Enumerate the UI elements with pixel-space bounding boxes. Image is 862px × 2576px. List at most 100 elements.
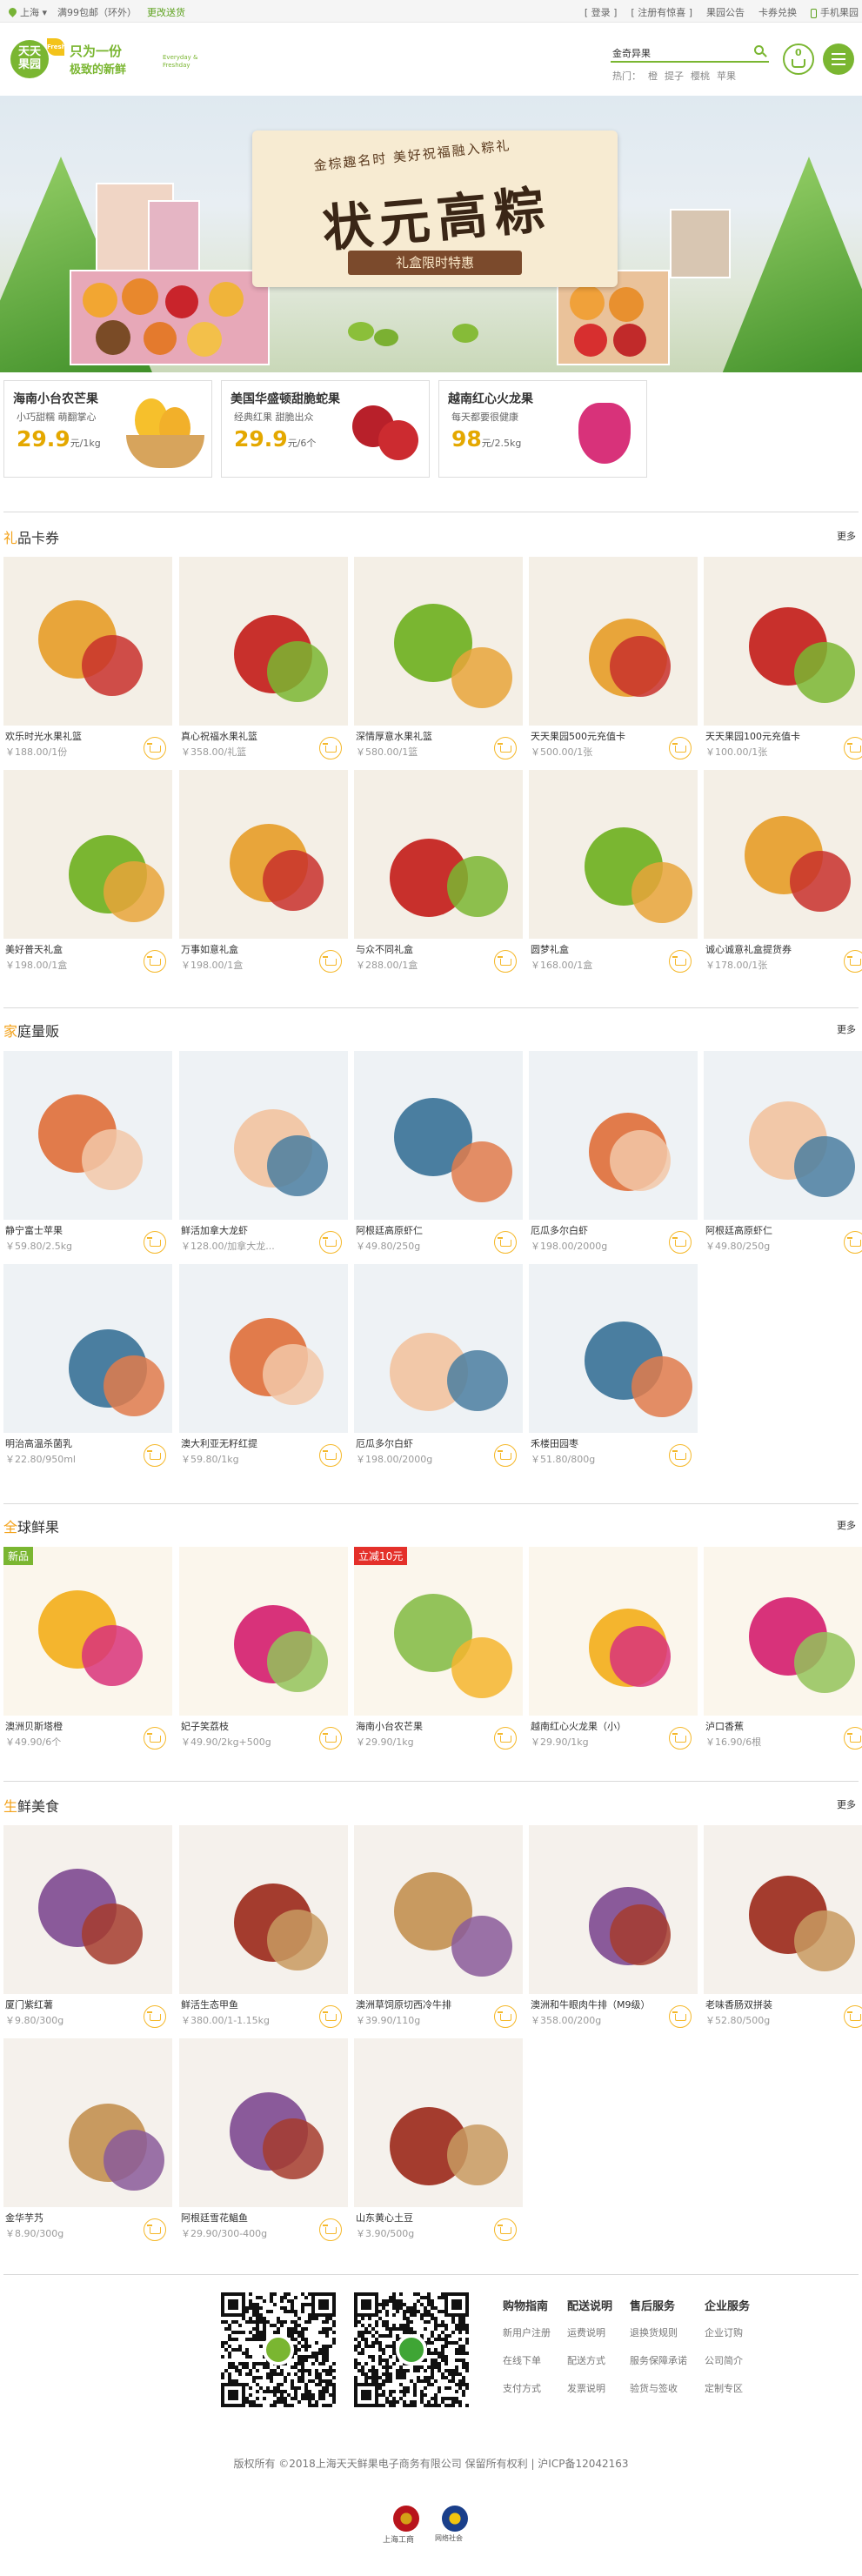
product-image[interactable] (529, 1051, 698, 1220)
product-name[interactable]: 阿根廷雪花鲳鱼 (181, 2211, 311, 2225)
promo-card[interactable]: 美国华盛顿甜脆蛇果 经典红果 甜脆出众 29.9元/6个 (221, 380, 430, 478)
promo-card[interactable]: 越南红心火龙果 每天都要很健康 98元/2.5kg (438, 380, 647, 478)
add-to-cart-icon[interactable] (494, 1231, 517, 1254)
add-to-cart-icon[interactable] (144, 1231, 166, 1254)
product-card[interactable]: 深情厚意水果礼篮 ￥580.00/1篮 (354, 557, 523, 766)
add-to-cart-icon[interactable] (319, 1727, 342, 1750)
add-to-cart-icon[interactable] (144, 950, 166, 973)
add-to-cart-icon[interactable] (494, 1444, 517, 1467)
product-card[interactable]: 厄瓜多尔白虾 ￥198.00/2000g (529, 1051, 698, 1260)
footer-link[interactable]: 服务保障承诺 (630, 2353, 687, 2367)
product-name[interactable]: 阿根廷高原虾仁 (356, 1223, 486, 1237)
add-to-cart-icon[interactable] (319, 2005, 342, 2028)
search-icon[interactable] (754, 45, 764, 55)
product-card[interactable]: 圆梦礼盒 ￥168.00/1盒 (529, 770, 698, 979)
add-to-cart-icon[interactable] (669, 1727, 692, 1750)
product-card[interactable]: 鲜活加拿大龙虾 ￥128.00/加拿大龙... (179, 1051, 348, 1260)
product-name[interactable]: 鲜活加拿大龙虾 (181, 1223, 311, 1237)
product-name[interactable]: 禾楼田园枣 (531, 1436, 661, 1450)
product-card[interactable]: 阿根廷高原虾仁 ￥49.80/250g (354, 1051, 523, 1260)
product-name[interactable]: 澳洲贝斯塔橙 (5, 1719, 136, 1733)
product-name[interactable]: 金华芋艿 (5, 2211, 136, 2225)
product-name[interactable]: 澳洲草饲原切西冷牛排 (356, 1997, 486, 2011)
product-card[interactable]: 澳大利亚无籽红提 ￥59.80/1kg (179, 1264, 348, 1473)
add-to-cart-icon[interactable] (669, 1231, 692, 1254)
product-name[interactable]: 老味香肠双拼装 (705, 1997, 836, 2011)
product-card[interactable]: 金华芋艿 ￥8.90/300g (3, 2038, 172, 2247)
product-name[interactable]: 深情厚意水果礼篮 (356, 729, 486, 743)
product-name[interactable]: 诚心诚意礼盒提货券 (705, 942, 836, 956)
footer-link[interactable]: 支付方式 (503, 2381, 551, 2395)
footer-link[interactable]: 退换货规则 (630, 2325, 687, 2339)
promo-card[interactable]: 海南小台农芒果 小巧甜糯 萌翻掌心 29.9元/1kg (3, 380, 212, 478)
product-image[interactable] (354, 770, 523, 939)
mobile-app-link[interactable]: 手机果园 (811, 5, 859, 19)
more-link[interactable]: 更多 (837, 1022, 856, 1036)
product-image[interactable] (354, 1051, 523, 1220)
product-image[interactable] (179, 557, 348, 726)
product-card[interactable]: 山东黄心土豆 ￥3.90/500g (354, 2038, 523, 2247)
product-image[interactable] (704, 1547, 862, 1716)
product-name[interactable]: 真心祝福水果礼篮 (181, 729, 311, 743)
add-to-cart-icon[interactable] (144, 1727, 166, 1750)
product-name[interactable]: 明治高温杀菌乳 (5, 1436, 136, 1450)
footer-link[interactable]: 新用户注册 (503, 2325, 551, 2339)
product-image[interactable] (179, 1825, 348, 1994)
product-card[interactable]: 厦门紫红薯 ￥9.80/300g (3, 1825, 172, 2034)
product-image[interactable] (179, 1051, 348, 1220)
product-card[interactable]: 立减10元 海南小台农芒果 ￥29.90/1kg (354, 1547, 523, 1756)
product-card[interactable]: 新品 澳洲贝斯塔橙 ￥49.90/6个 (3, 1547, 172, 1756)
add-to-cart-icon[interactable] (669, 950, 692, 973)
notice-link[interactable]: 果园公告 (706, 5, 745, 19)
footer-link[interactable]: 发票说明 (567, 2381, 612, 2395)
add-to-cart-icon[interactable] (319, 1231, 342, 1254)
footer-link[interactable]: 验货与签收 (630, 2381, 687, 2395)
product-name[interactable]: 厄瓜多尔白虾 (356, 1436, 486, 1450)
product-card[interactable]: 欢乐时光水果礼篮 ￥188.00/1份 (3, 557, 172, 766)
hot-item[interactable]: 橙 (648, 69, 658, 83)
product-image[interactable] (704, 770, 862, 939)
product-image[interactable] (354, 2038, 523, 2207)
site-logo[interactable]: 天天果园 Fresh Day 只为一份 极致的新鲜 Everyday & Fre… (10, 38, 197, 78)
product-name[interactable]: 泸口香蕉 (705, 1719, 836, 1733)
product-image[interactable] (704, 1825, 862, 1994)
product-image[interactable] (529, 1547, 698, 1716)
hero-banner[interactable]: 金棕趣名时 美好祝福融入粽礼 状元高粽 礼盒限时特惠 (0, 96, 862, 372)
add-to-cart-icon[interactable] (494, 1727, 517, 1750)
menu-button[interactable] (823, 43, 854, 75)
add-to-cart-icon[interactable] (669, 1444, 692, 1467)
hot-item[interactable]: 苹果 (717, 69, 736, 83)
footer-link[interactable]: 配送方式 (567, 2353, 612, 2367)
product-name[interactable]: 厄瓜多尔白虾 (531, 1223, 661, 1237)
add-to-cart-icon[interactable] (319, 737, 342, 759)
product-image[interactable] (354, 1825, 523, 1994)
product-card[interactable]: 泸口香蕉 ￥16.90/6根 (704, 1547, 862, 1756)
add-to-cart-icon[interactable] (844, 737, 862, 759)
product-image[interactable] (3, 1051, 172, 1220)
product-card[interactable]: 天天果园500元充值卡 ￥500.00/1张 (529, 557, 698, 766)
police-badge-icon[interactable] (442, 2506, 468, 2532)
add-to-cart-icon[interactable] (494, 737, 517, 759)
product-image[interactable] (529, 1264, 698, 1433)
product-image[interactable] (3, 2038, 172, 2207)
add-to-cart-icon[interactable] (144, 737, 166, 759)
product-name[interactable]: 山东黄心土豆 (356, 2211, 486, 2225)
product-name[interactable]: 澳洲和牛眼肉牛排（M9级） (531, 1997, 661, 2011)
product-image[interactable] (3, 557, 172, 726)
product-name[interactable]: 海南小台农芒果 (356, 1719, 486, 1733)
add-to-cart-icon[interactable] (319, 1444, 342, 1467)
hot-item[interactable]: 提子 (665, 69, 684, 83)
product-card[interactable]: 妃子笑荔枝 ￥49.90/2kg+500g (179, 1547, 348, 1756)
product-name[interactable]: 圆梦礼盒 (531, 942, 661, 956)
product-name[interactable]: 欢乐时光水果礼篮 (5, 729, 136, 743)
product-name[interactable]: 天天果园100元充值卡 (705, 729, 836, 743)
product-name[interactable]: 万事如意礼盒 (181, 942, 311, 956)
product-image[interactable] (3, 770, 172, 939)
search-input[interactable]: 金奇异果 (611, 42, 769, 63)
business-license-icon[interactable] (393, 2506, 419, 2532)
footer-link[interactable]: 公司简介 (705, 2353, 750, 2367)
add-to-cart-icon[interactable] (319, 950, 342, 973)
add-to-cart-icon[interactable] (144, 2005, 166, 2028)
change-delivery-link[interactable]: 更改送货 (147, 5, 185, 19)
product-name[interactable]: 妃子笑荔枝 (181, 1719, 311, 1733)
